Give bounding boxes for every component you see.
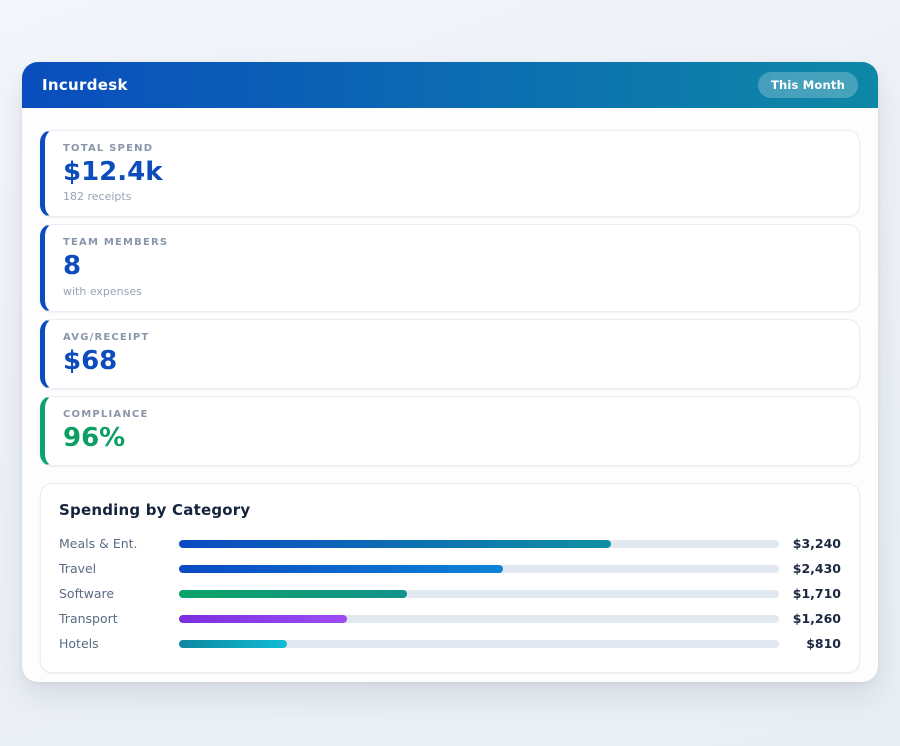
category-row-software: Software $1,710 <box>59 581 841 606</box>
stat-card-avg-receipt: AVG/RECEIPT $68 <box>40 319 860 389</box>
category-bar-fill <box>179 615 347 623</box>
stat-label: COMPLIANCE <box>63 409 841 420</box>
category-label: Meals & Ent. <box>59 536 179 551</box>
category-bar-track <box>179 640 779 648</box>
category-row-travel: Travel $2,430 <box>59 556 841 581</box>
category-row-transport: Transport $1,260 <box>59 606 841 631</box>
stat-card-team-members: TEAM MEMBERS 8 with expenses <box>40 224 860 311</box>
category-value: $1,710 <box>779 586 841 601</box>
category-bar-fill <box>179 640 287 648</box>
category-bar-chart: Meals & Ent. $3,240 Travel $2,430 Softwa… <box>59 531 841 656</box>
category-row-meals: Meals & Ent. $3,240 <box>59 531 841 556</box>
stat-label: AVG/RECEIPT <box>63 332 841 343</box>
category-label: Travel <box>59 561 179 576</box>
category-bar-fill <box>179 540 611 548</box>
period-badge-this-month[interactable]: This Month <box>758 72 858 98</box>
stat-label: TEAM MEMBERS <box>63 237 841 248</box>
category-value: $2,430 <box>779 561 841 576</box>
category-label: Software <box>59 586 179 601</box>
category-bar-track <box>179 615 779 623</box>
category-bar-track <box>179 590 779 598</box>
app-header: Incurdesk This Month <box>22 62 878 108</box>
category-value: $810 <box>779 636 841 651</box>
category-bar-track <box>179 540 779 548</box>
stat-card-compliance: COMPLIANCE 96% <box>40 396 860 466</box>
page-background: Incurdesk This Month TOTAL SPEND $12.4k … <box>0 0 900 746</box>
app-title: Incurdesk <box>42 76 128 94</box>
category-value: $1,260 <box>779 611 841 626</box>
stat-caption: 182 receipts <box>63 190 841 203</box>
stat-caption: with expenses <box>63 285 841 298</box>
category-row-hotels: Hotels $810 <box>59 631 841 656</box>
section-title: Spending by Category <box>59 501 841 519</box>
stat-label: TOTAL SPEND <box>63 143 841 154</box>
category-label: Hotels <box>59 636 179 651</box>
category-value: $3,240 <box>779 536 841 551</box>
category-bar-track <box>179 565 779 573</box>
category-label: Transport <box>59 611 179 626</box>
stat-card-total-spend: TOTAL SPEND $12.4k 182 receipts <box>40 130 860 217</box>
stat-value: $12.4k <box>63 159 841 186</box>
stat-value: 96% <box>63 425 841 452</box>
category-bar-fill <box>179 565 503 573</box>
category-bar-fill <box>179 590 407 598</box>
spending-by-category-card: Spending by Category Meals & Ent. $3,240… <box>40 483 860 673</box>
stat-value: 8 <box>63 253 841 280</box>
expense-dashboard-card: Incurdesk This Month TOTAL SPEND $12.4k … <box>22 62 878 682</box>
dashboard-body: TOTAL SPEND $12.4k 182 receipts TEAM MEM… <box>22 108 878 682</box>
stat-value: $68 <box>63 348 841 375</box>
